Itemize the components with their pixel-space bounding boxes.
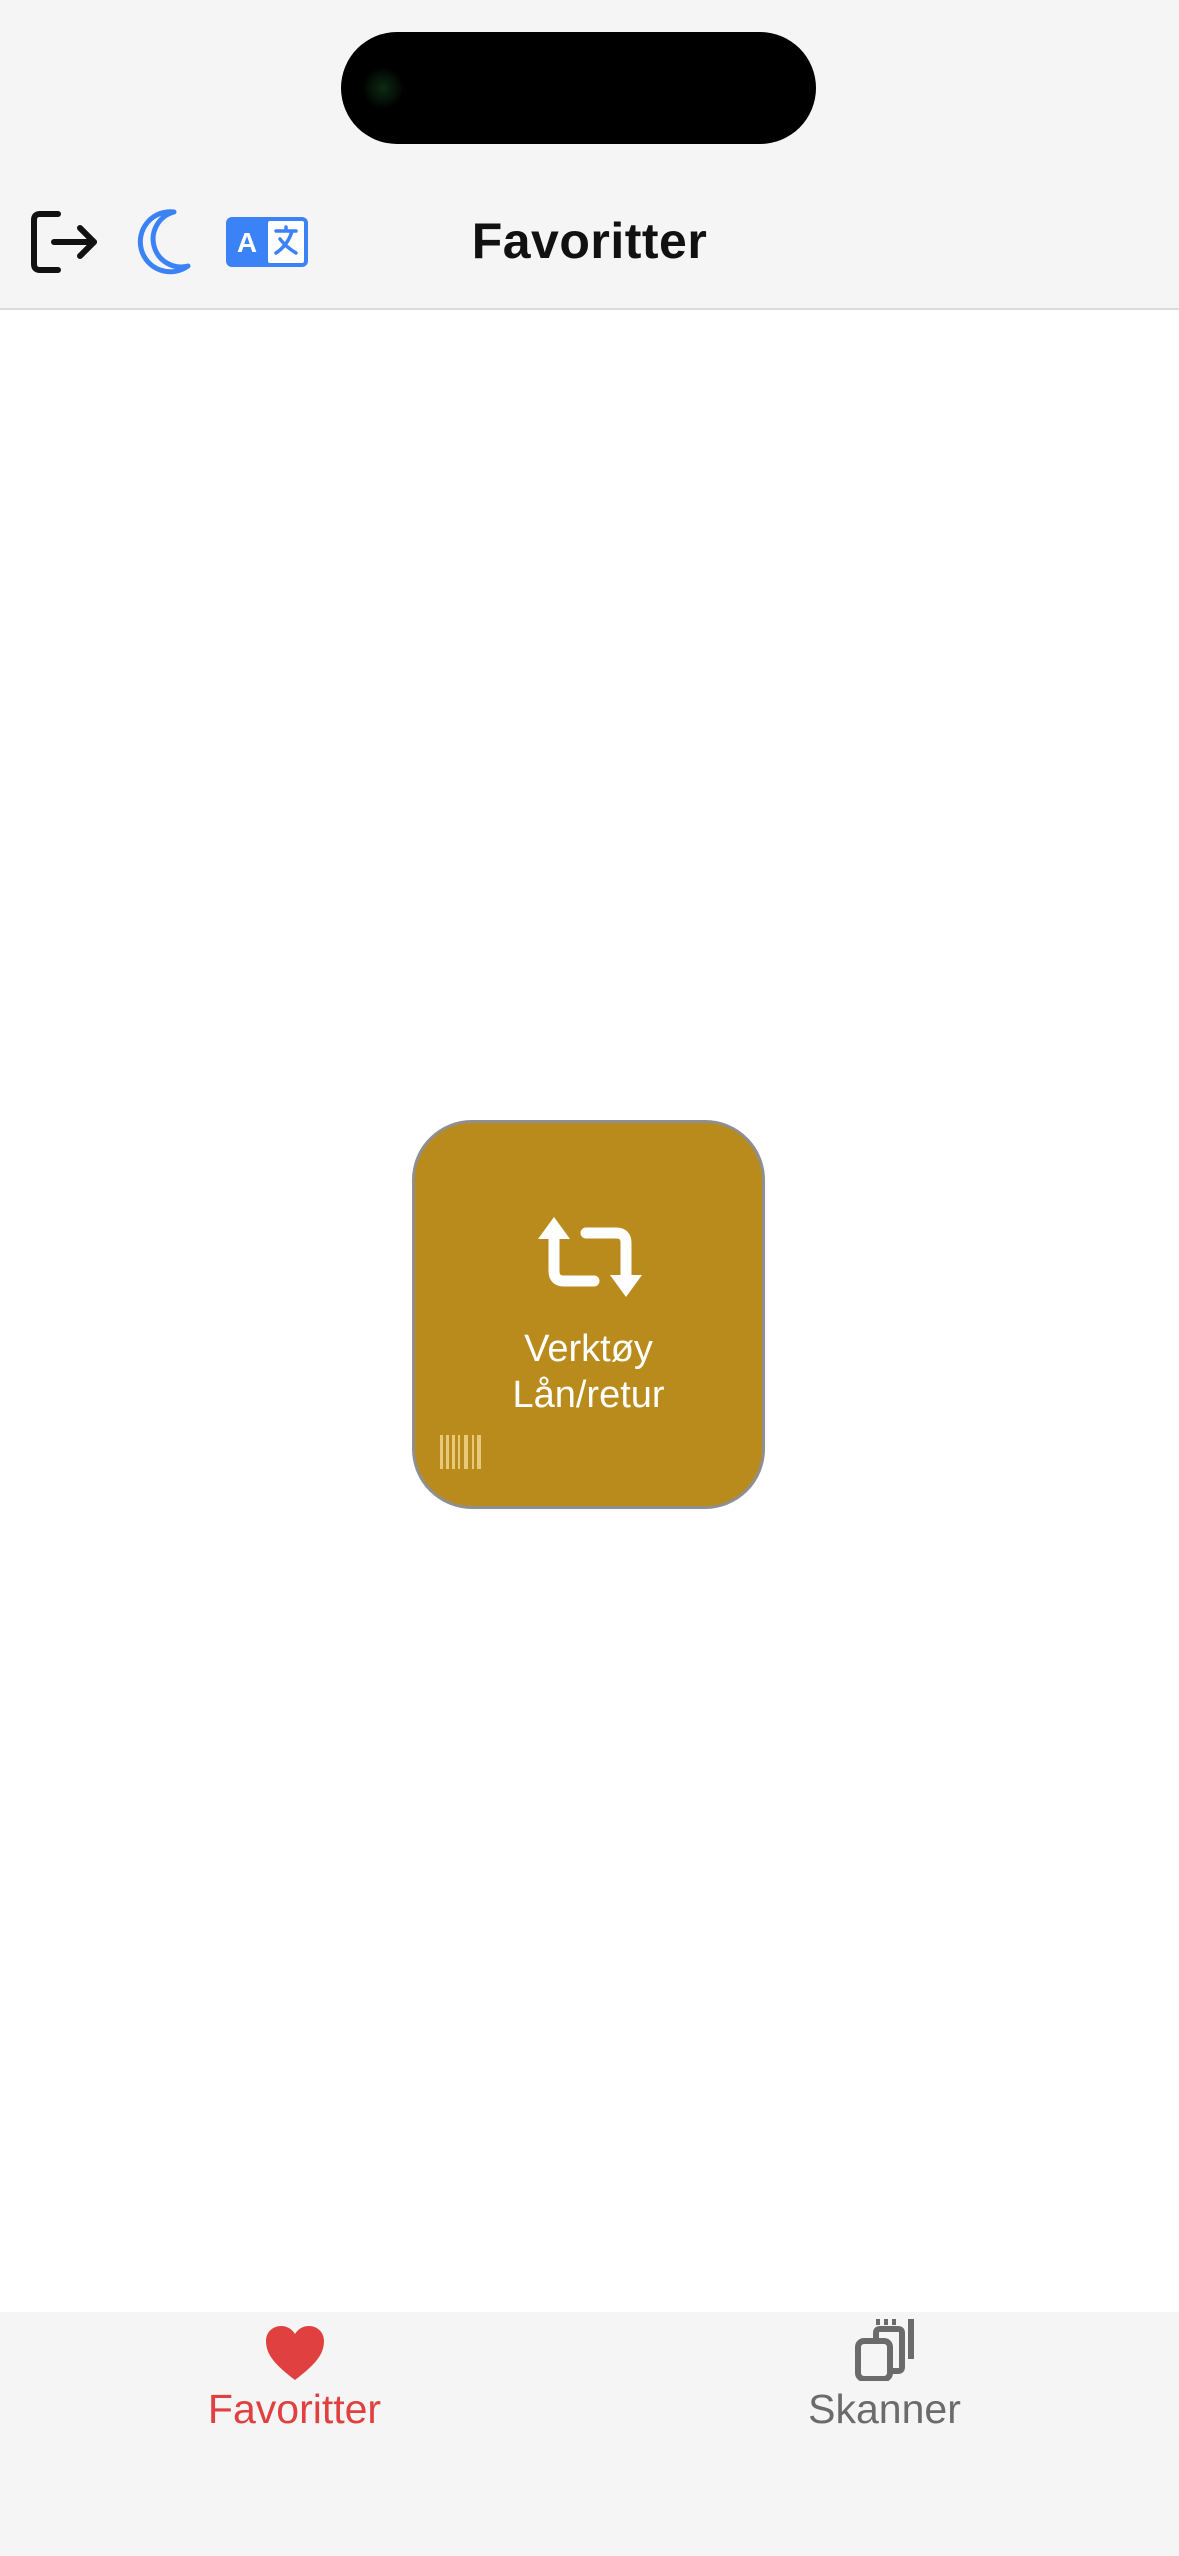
favorite-tile-tool-loan-return[interactable]: Verktøy Lån/retur <box>412 1120 765 1509</box>
tab-favorites[interactable]: Favoritter <box>0 2312 589 2472</box>
barcode-icon <box>440 1435 481 1469</box>
heart-icon <box>266 2326 324 2380</box>
tile-title-line1: Verktøy <box>524 1328 653 1370</box>
scanner-icon <box>855 2319 914 2381</box>
tab-bar: Favoritter Skanner <box>0 2312 1179 2556</box>
favorites-grid: Verktøy Lån/retur <box>0 310 1179 2312</box>
page-title: Favoritter <box>471 213 708 269</box>
camera-icon <box>363 68 403 108</box>
swap-arrows-icon <box>538 1217 642 1297</box>
top-header: A Favoritter <box>0 0 1179 310</box>
tab-scanner-label: Skanner <box>808 2386 961 2432</box>
tile-title-line2: Lån/retur <box>512 1374 665 1416</box>
dynamic-island <box>341 32 816 144</box>
tab-favorites-label: Favoritter <box>207 2386 382 2432</box>
tab-scanner[interactable]: Skanner <box>590 2312 1179 2472</box>
